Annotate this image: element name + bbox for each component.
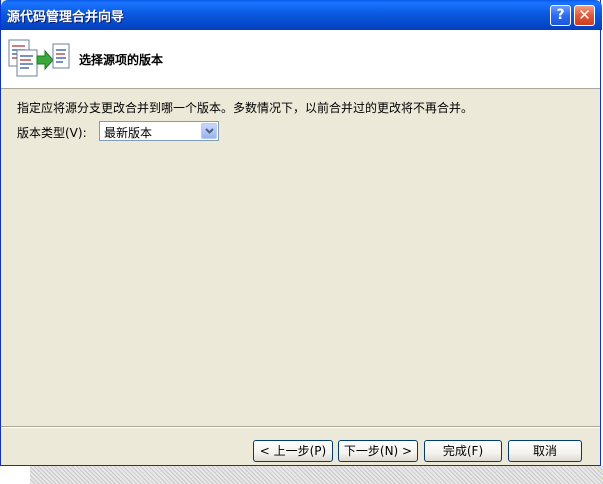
description-text: 指定应将源分支更改合并到哪一个版本。多数情况下，以前合并过的更改将不再合并。	[17, 101, 474, 115]
finish-button[interactable]: 完成(F)	[424, 440, 502, 462]
cancel-button[interactable]: 取消	[508, 440, 582, 462]
page-title: 选择源项的版本	[79, 53, 164, 67]
window-title: 源代码管理合并向导	[7, 10, 125, 25]
dropdown-button[interactable]	[201, 123, 217, 139]
wizard-header: 选择源项的版本	[1, 30, 600, 89]
footer-divider	[1, 426, 600, 428]
merge-wizard-window: 源代码管理合并向导 ? ✕ 选择源项的版本 指定应将源分支更改合并到哪一个版本。…	[0, 0, 602, 466]
version-type-select[interactable]: 最新版本	[99, 121, 219, 141]
next-button[interactable]: 下一步(N) >	[338, 440, 418, 462]
version-type-value: 最新版本	[104, 126, 153, 140]
close-button[interactable]: ✕	[574, 5, 595, 26]
version-type-label: 版本类型(V):	[17, 126, 87, 140]
merge-documents-icon	[7, 36, 71, 82]
chevron-down-icon	[205, 128, 214, 134]
title-bar: 源代码管理合并向导 ? ✕	[1, 0, 602, 30]
back-button[interactable]: < 上一步(P)	[253, 440, 333, 462]
background-strip	[30, 466, 603, 484]
help-button[interactable]: ?	[550, 5, 571, 26]
